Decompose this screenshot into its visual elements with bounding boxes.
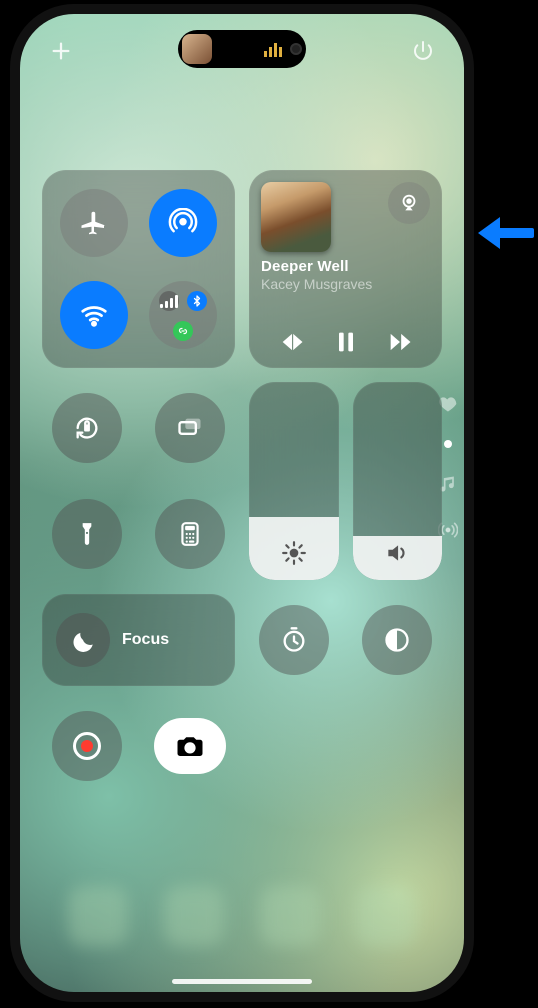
cellular-signal-icon [159,291,179,311]
dark-mode-button[interactable] [353,594,443,686]
airplane-icon [79,208,109,238]
connectivity-module[interactable] [42,170,235,368]
airplay-button[interactable] [388,182,430,224]
brightness-icon [249,540,339,566]
screen-mirroring-button[interactable] [146,382,236,474]
cellular-cluster[interactable] [149,281,217,349]
airdrop-toggle[interactable] [149,189,217,257]
wifi-icon [79,300,109,330]
add-controls-button[interactable] [46,36,76,66]
airplane-mode-toggle[interactable] [60,189,128,257]
calculator-icon [177,521,203,547]
next-button[interactable] [386,328,414,356]
wifi-toggle[interactable] [60,281,128,349]
previous-button[interactable] [278,328,306,356]
focus-icon [56,613,110,667]
album-art [261,182,331,252]
screen-record-button[interactable] [42,700,132,792]
timer-button[interactable] [249,594,339,686]
personal-hotspot-icon [173,321,193,341]
focus-label: Focus [122,631,169,649]
dark-mode-icon [383,626,411,654]
flashlight-button[interactable] [42,488,132,580]
volume-icon [353,540,443,566]
volume-slider[interactable] [353,382,443,580]
camera-button[interactable] [146,700,236,792]
screen-mirroring-icon [176,414,204,442]
airdrop-icon [168,208,198,238]
home-indicator[interactable] [172,979,312,984]
calculator-button[interactable] [146,488,236,580]
orientation-lock-button[interactable] [42,382,132,474]
callout-arrow [478,218,534,248]
play-pause-button[interactable] [332,328,360,356]
record-icon [73,732,101,760]
timer-icon [280,626,308,654]
focus-button[interactable]: Focus [42,594,235,686]
track-title: Deeper Well [261,258,430,275]
now-playing-module[interactable]: Deeper Well Kacey Musgraves [249,170,442,368]
flashlight-icon [74,521,100,547]
track-artist: Kacey Musgraves [261,276,430,292]
brightness-slider[interactable] [249,382,339,580]
camera-icon [175,731,205,761]
power-button[interactable] [408,36,438,66]
bluetooth-icon [187,291,207,311]
airplay-icon [398,192,420,214]
orientation-lock-icon [73,414,101,442]
